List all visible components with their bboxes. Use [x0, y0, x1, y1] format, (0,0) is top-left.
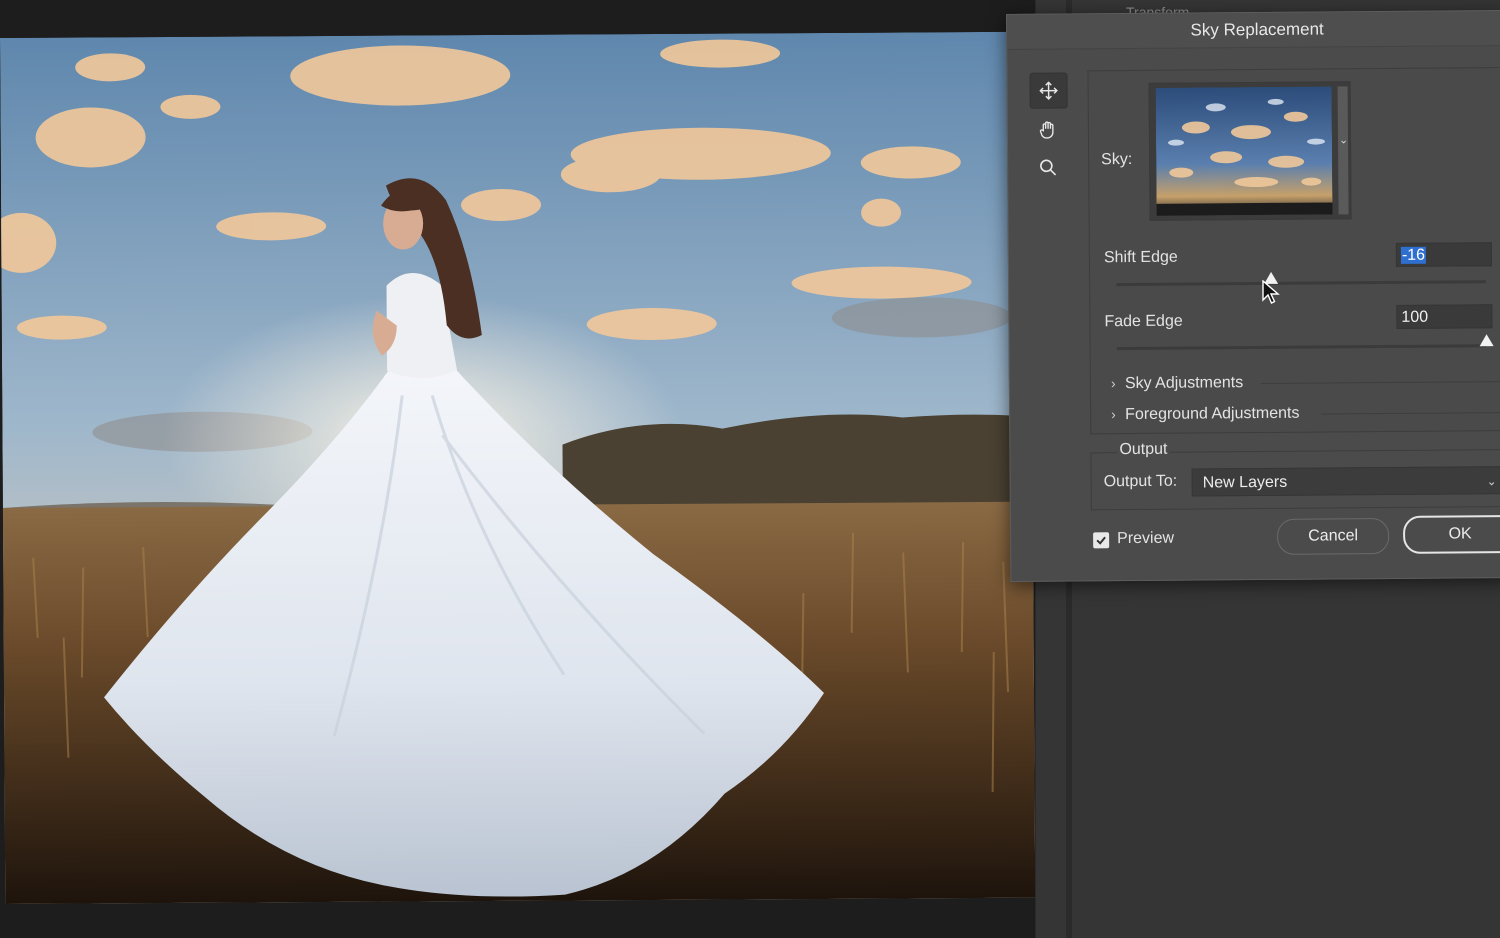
output-section: Output Output To: New Layers ⌄	[1090, 440, 1500, 511]
fade-edge-field[interactable]: 100	[1396, 304, 1493, 329]
shift-edge-field[interactable]: -16	[1395, 242, 1492, 267]
move-icon	[1039, 81, 1058, 100]
section-divider	[1260, 381, 1500, 385]
shift-edge-slider[interactable]	[1116, 280, 1487, 287]
foreground-adjustments-toggle[interactable]: › Foreground Adjustments	[1111, 405, 1299, 424]
hand-icon	[1039, 121, 1054, 139]
zoom-icon	[1040, 159, 1057, 176]
shift-edge-label: Shift Edge	[1103, 248, 1178, 267]
sky-preset-picker[interactable]	[1148, 81, 1352, 221]
shift-edge-value: -16	[1400, 246, 1427, 264]
preview-checkbox[interactable]	[1093, 532, 1110, 549]
chevron-down-icon: ⌄	[1486, 474, 1497, 489]
zoom-tool-button[interactable]	[1030, 151, 1066, 185]
sky-thumbnail[interactable]	[1155, 86, 1333, 216]
chevron-down-icon[interactable]: ⌄	[1339, 133, 1348, 146]
move-tool-button[interactable]	[1029, 72, 1068, 109]
sky-adjustments-label: Sky Adjustments	[1124, 374, 1244, 393]
cancel-button[interactable]: Cancel	[1276, 518, 1390, 555]
sky-label: Sky:	[1101, 151, 1133, 169]
output-heading: Output	[1117, 440, 1170, 460]
dialog-title[interactable]: Sky Replacement	[1007, 11, 1500, 50]
dialog-toolbar	[1029, 72, 1070, 189]
foreground-adjustments-label: Foreground Adjustments	[1125, 404, 1300, 424]
section-divider	[1321, 412, 1500, 415]
fade-edge-label: Fade Edge	[1104, 312, 1183, 331]
fade-edge-slider-thumb[interactable]	[1479, 334, 1494, 347]
ok-button[interactable]: OK	[1402, 515, 1500, 554]
sky-adjustments-toggle[interactable]: › Sky Adjustments	[1111, 374, 1243, 393]
mouse-pointer-icon	[1262, 280, 1280, 304]
sky-thumbnail-scrollbar[interactable]	[1337, 86, 1349, 215]
output-to-select[interactable]: New Layers ⌄	[1191, 466, 1500, 497]
sky-settings-panel: Sky: ⌄ Shift Edge -16 Fade Edge 100 › Sk…	[1087, 67, 1500, 435]
preview-label[interactable]: Preview	[1117, 530, 1174, 548]
bride-photo	[0, 31, 1036, 904]
output-to-label: Output To:	[1103, 472, 1178, 491]
hand-tool-button[interactable]	[1030, 113, 1066, 147]
document-canvas[interactable]	[0, 0, 1060, 938]
output-to-value: New Layers	[1202, 473, 1288, 492]
checkmark-icon	[1096, 536, 1106, 545]
fade-edge-slider[interactable]	[1116, 344, 1487, 351]
chevron-right-icon: ›	[1110, 375, 1116, 392]
sky-replacement-dialog: Sky Replacement Sky: ⌄ Shift Edge -16 Fa…	[1006, 10, 1500, 582]
chevron-right-icon: ›	[1111, 406, 1116, 423]
